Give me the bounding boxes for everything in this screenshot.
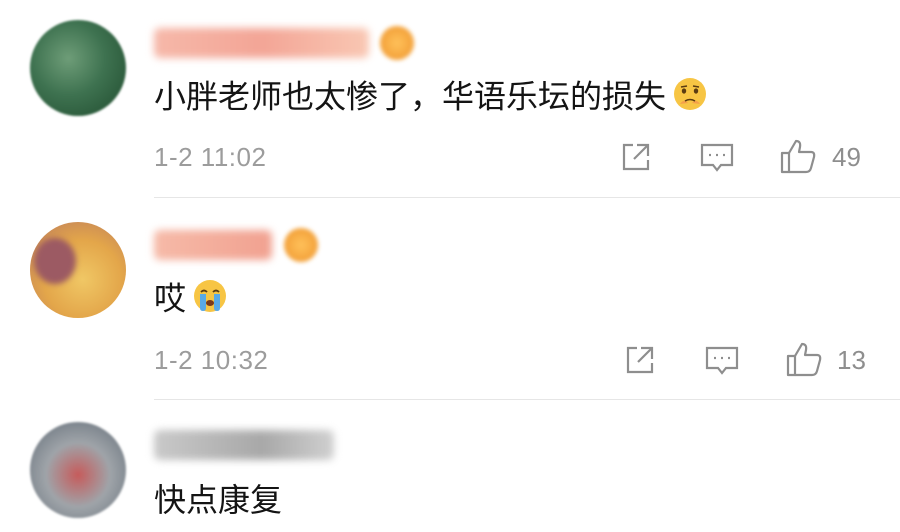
reply-button[interactable] xyxy=(704,344,740,382)
share-icon xyxy=(622,143,650,171)
vip-badge-icon xyxy=(284,228,318,262)
reply-button[interactable] xyxy=(699,141,735,179)
comment-text: 哎 xyxy=(154,278,228,323)
username-blurred[interactable] xyxy=(154,230,272,260)
like-count: 49 xyxy=(832,142,861,172)
share-button[interactable] xyxy=(623,343,657,381)
comment-text-content: 快点康复 xyxy=(154,481,283,519)
username-blurred[interactable] xyxy=(154,28,369,58)
avatar[interactable] xyxy=(30,422,126,518)
avatar[interactable] xyxy=(30,222,126,318)
divider xyxy=(154,197,900,198)
comment-text-content: 哎 xyxy=(154,279,187,318)
like-count: 13 xyxy=(837,345,866,375)
username-blurred[interactable] xyxy=(154,430,334,460)
comment-timestamp: 1-2 11:02 xyxy=(154,142,267,172)
comment-text: 小胖老师也太惨了，华语乐坛的损失 xyxy=(154,76,708,121)
comment-item: 小胖老师也太惨了，华语乐坛的损失 1-2 11:02 49 xyxy=(0,0,900,200)
like-button[interactable] xyxy=(785,340,823,382)
vip-badge-icon xyxy=(380,26,414,60)
comment-text: 快点康复 xyxy=(154,480,282,520)
share-button[interactable] xyxy=(619,140,653,178)
comment-timestamp: 1-2 10:32 xyxy=(154,345,269,375)
thumbs-up-icon xyxy=(780,139,816,174)
comment-item: 快点康复 xyxy=(0,400,900,532)
like-button[interactable] xyxy=(779,137,817,179)
comment-icon xyxy=(700,143,734,172)
share-icon xyxy=(626,346,654,374)
thumbs-up-icon xyxy=(786,342,822,377)
avatar[interactable] xyxy=(30,20,126,116)
comment-icon xyxy=(705,346,739,375)
comment-item: 哎 1-2 10:32 13 xyxy=(0,200,900,400)
worried-face-icon xyxy=(672,76,708,121)
comment-text-content: 小胖老师也太惨了，华语乐坛的损失 xyxy=(154,77,667,116)
crying-face-icon xyxy=(192,278,228,323)
